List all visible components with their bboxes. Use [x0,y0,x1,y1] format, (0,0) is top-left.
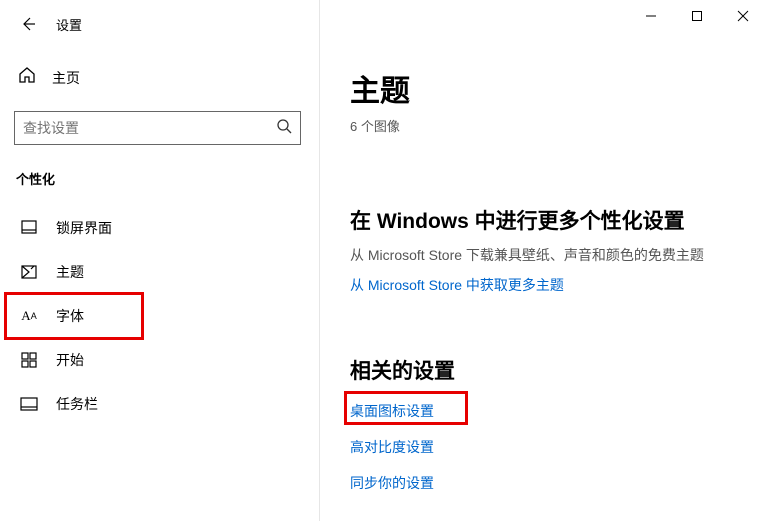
sidebar-item-label: 任务栏 [56,394,98,414]
minimize-button[interactable] [628,0,674,32]
home-label: 主页 [52,68,80,88]
sidebar-item-start[interactable]: 开始 [14,338,294,382]
maximize-button[interactable] [674,0,720,32]
related-link-desktop-icons[interactable]: 桌面图标设置 [350,401,434,421]
page-subtitle: 6 个图像 [350,116,766,135]
sidebar-item-label: 字体 [56,306,84,326]
home-icon [18,66,36,89]
sidebar-section-title: 个性化 [16,169,320,188]
main-content: 主题 6 个图像 在 Windows 中进行更多个性化设置 从 Microsof… [320,40,766,521]
back-button[interactable] [18,14,38,34]
lockscreen-icon [20,219,38,237]
sidebar: 主页 个性化 锁屏界面 主题 AA 字体 [0,40,320,521]
themes-icon [20,263,38,281]
fonts-icon: AA [20,307,38,325]
more-personalization-heading: 在 Windows 中进行更多个性化设置 [350,205,766,235]
window-controls [628,0,766,32]
app-title: 设置 [56,15,82,34]
taskbar-icon [20,395,38,413]
related-settings-heading: 相关的设置 [350,355,766,385]
page-title: 主题 [350,66,766,110]
related-link-high-contrast[interactable]: 高对比度设置 [350,437,434,457]
sidebar-item-fonts[interactable]: AA 字体 [14,294,294,338]
close-button[interactable] [720,0,766,32]
start-icon [20,351,38,369]
titlebar: 设置 [0,0,766,40]
sidebar-item-label: 开始 [56,350,84,370]
search-input[interactable] [14,111,301,145]
sidebar-item-label: 主题 [56,262,84,282]
home-button[interactable]: 主页 [14,58,320,97]
sidebar-item-label: 锁屏界面 [56,218,112,238]
search-icon [276,118,292,139]
sidebar-item-taskbar[interactable]: 任务栏 [14,382,294,426]
more-personalization-text: 从 Microsoft Store 下载兼具壁纸、声音和颜色的免费主题 [350,245,766,265]
search-field[interactable] [23,120,276,136]
related-link-sync[interactable]: 同步你的设置 [350,473,434,493]
store-link[interactable]: 从 Microsoft Store 中获取更多主题 [350,275,564,295]
sidebar-item-themes[interactable]: 主题 [14,250,294,294]
sidebar-item-lockscreen[interactable]: 锁屏界面 [14,206,294,250]
